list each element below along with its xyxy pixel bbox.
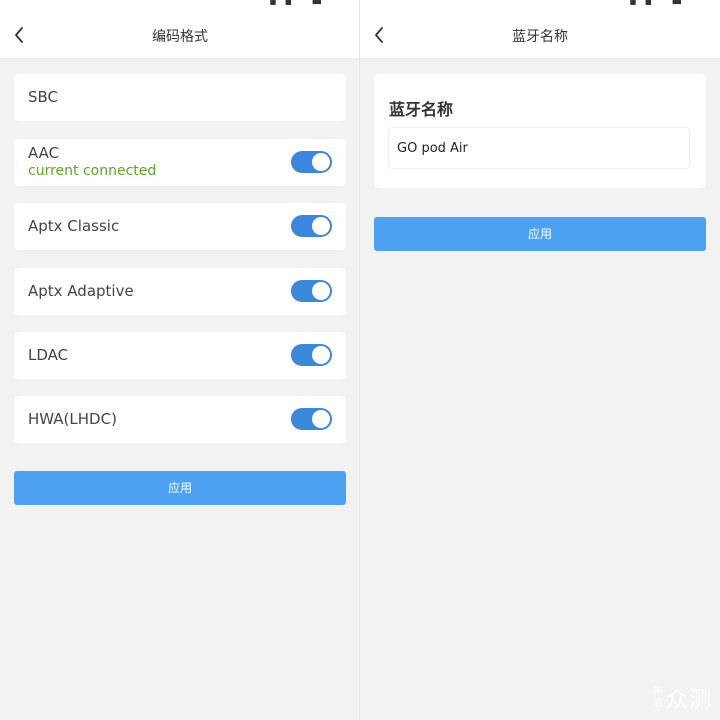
toggle-knob [312,282,330,300]
codec-row-hwa-lhdc: HWA(LHDC) [14,396,346,443]
hwa-lhdc-toggle[interactable] [291,408,332,430]
codec-label: LDAC [28,346,69,364]
codec-row-aac: AAC current connected [14,139,346,186]
codec-label: SBC [28,88,59,106]
chevron-left-icon [15,27,23,43]
status-bar: ▪▪ ▬ [360,0,720,12]
apply-button[interactable]: 应用 [374,217,706,251]
toggle-knob [312,410,330,428]
chevron-left-icon [375,27,383,43]
nav-bar: 蓝牙名称 [360,12,720,58]
status-icons: ▪▪ ▬ [269,0,330,8]
bluetooth-name-card: 蓝牙名称 [374,74,706,188]
codec-label: HWA(LHDC) [28,410,117,428]
toggle-knob [312,153,330,171]
card-title: 蓝牙名称 [389,100,454,119]
watermark: 新浪 众测 [652,682,712,714]
codec-row-sbc: SBC [14,74,346,121]
codec-label: Aptx Classic [28,217,120,235]
watermark-large-text: 众测 [665,688,712,713]
nav-bar: 编码格式 [0,12,360,58]
status-icons: ▪▪ ▬ [629,0,690,8]
bluetooth-name-input[interactable] [388,127,690,169]
bluetooth-name-screen: ▪▪ ▬ 蓝牙名称 蓝牙名称 应用 新浪 众测 [360,0,720,720]
toggle-knob [312,346,330,364]
page-title: 编码格式 [152,29,208,45]
apply-button[interactable]: 应用 [14,471,346,505]
page-title: 蓝牙名称 [512,29,568,45]
watermark-small-text: 新浪 [652,687,663,709]
aptx-classic-toggle[interactable] [291,215,332,237]
codec-row-aptx-adaptive: Aptx Adaptive [14,268,346,315]
toggle-knob [312,217,330,235]
status-bar: ▪▪ ▬ [0,0,360,12]
back-button[interactable] [8,23,32,47]
codec-label: Aptx Adaptive [28,282,134,300]
codec-label: AAC [28,144,60,162]
aac-toggle[interactable] [291,151,332,173]
codec-format-screen: ▪▪ ▬ 编码格式 SBC AAC current connected Aptx… [0,0,360,720]
codec-row-ldac: LDAC [14,332,346,379]
ldac-toggle[interactable] [291,344,332,366]
connection-status: current connected [28,163,157,179]
back-button[interactable] [368,23,392,47]
aptx-adaptive-toggle[interactable] [291,280,332,302]
codec-row-aptx-classic: Aptx Classic [14,203,346,250]
